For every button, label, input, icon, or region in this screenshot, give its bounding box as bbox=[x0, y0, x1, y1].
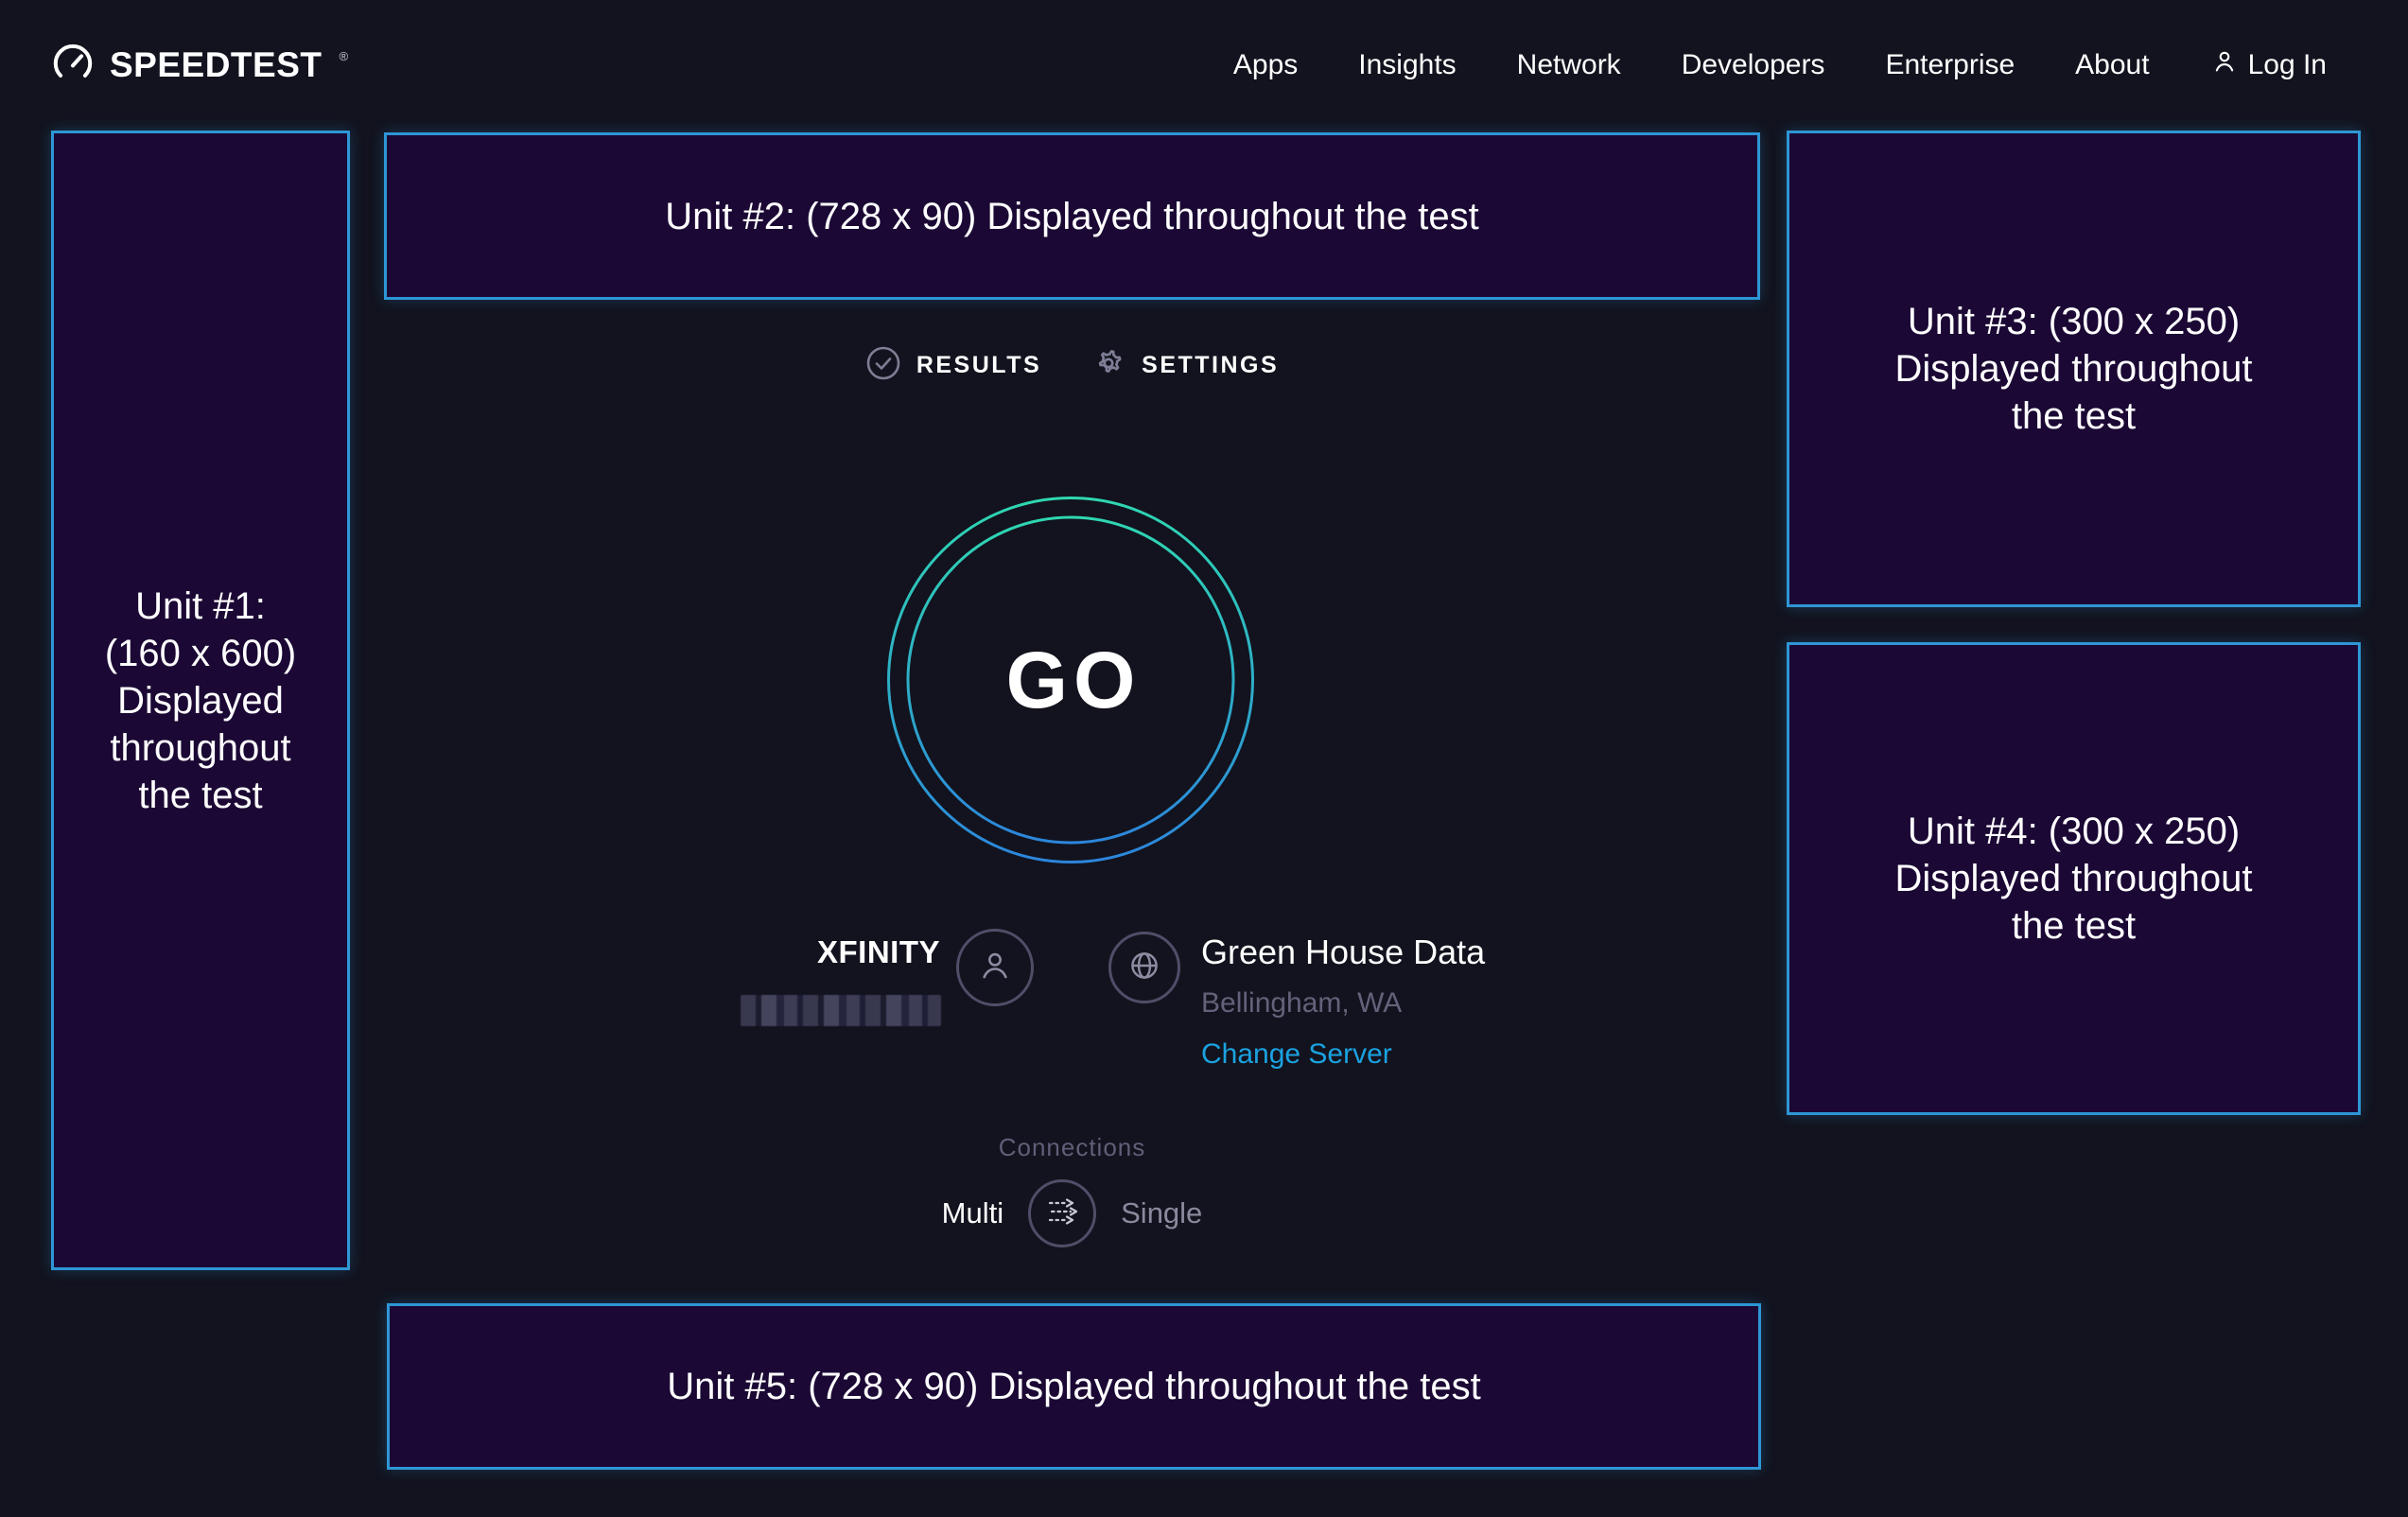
tab-settings[interactable]: SETTINGS bbox=[1091, 345, 1279, 386]
ad-unit-4[interactable]: Unit #4: (300 x 250) Displayed throughou… bbox=[1787, 642, 2361, 1115]
connections-toggle[interactable] bbox=[1028, 1179, 1096, 1247]
user-icon bbox=[2210, 47, 2239, 83]
speedometer-icon bbox=[51, 42, 95, 90]
ad-unit-5[interactable]: Unit #5: (728 x 90) Displayed throughout… bbox=[387, 1303, 1761, 1470]
nav-item-about[interactable]: About bbox=[2075, 49, 2149, 81]
nav-item-network[interactable]: Network bbox=[1517, 49, 1621, 81]
nav-item-enterprise[interactable]: Enterprise bbox=[1885, 49, 2015, 81]
ad-unit-2[interactable]: Unit #2: (728 x 90) Displayed throughout… bbox=[384, 132, 1760, 300]
results-label: RESULTS bbox=[916, 352, 1041, 379]
logo-text: SPEEDTEST bbox=[110, 45, 323, 85]
server-name: Green House Data bbox=[1201, 933, 1485, 972]
main-nav: Apps Insights Network Developers Enterpr… bbox=[1233, 47, 2327, 83]
header: SPEEDTEST ® Apps Insights Network Develo… bbox=[0, 0, 2408, 131]
nav-item-insights[interactable]: Insights bbox=[1358, 49, 1456, 81]
login-label: Log In bbox=[2248, 49, 2327, 81]
connections-label: Connections bbox=[384, 1133, 1760, 1162]
redacted-ip-text bbox=[741, 995, 941, 1026]
check-circle-icon bbox=[865, 345, 901, 386]
gear-icon bbox=[1091, 345, 1126, 386]
speedtest-logo[interactable]: SPEEDTEST ® bbox=[51, 42, 346, 90]
settings-label: SETTINGS bbox=[1142, 352, 1279, 379]
go-label: GO bbox=[886, 496, 1255, 864]
connections-single-option[interactable]: Single bbox=[1121, 1196, 1202, 1230]
ad-unit-3[interactable]: Unit #3: (300 x 250) Displayed throughou… bbox=[1787, 131, 2361, 607]
multi-arrows-icon bbox=[1040, 1190, 1084, 1238]
isp-badge bbox=[956, 929, 1034, 1006]
tab-results[interactable]: RESULTS bbox=[865, 345, 1041, 386]
results-settings-tabs: RESULTS SETTINGS bbox=[384, 337, 1760, 393]
globe-icon bbox=[1125, 946, 1164, 990]
connections-toggle-row: Multi Single bbox=[384, 1177, 1760, 1249]
server-location: Bellingham, WA bbox=[1201, 987, 1402, 1020]
logo-trademark: ® bbox=[340, 49, 349, 63]
person-icon bbox=[974, 945, 1016, 991]
go-button[interactable]: GO bbox=[886, 496, 1255, 864]
isp-name: XFINITY bbox=[662, 934, 940, 970]
ad-unit-1[interactable]: Unit #1: (160 x 600) Displayed throughou… bbox=[51, 131, 350, 1270]
change-server-link[interactable]: Change Server bbox=[1201, 1038, 1392, 1071]
connections-multi-option[interactable]: Multi bbox=[942, 1196, 1003, 1230]
login-button[interactable]: Log In bbox=[2210, 47, 2327, 83]
nav-item-developers[interactable]: Developers bbox=[1682, 49, 1825, 81]
server-badge bbox=[1108, 932, 1180, 1003]
nav-item-apps[interactable]: Apps bbox=[1233, 49, 1298, 81]
